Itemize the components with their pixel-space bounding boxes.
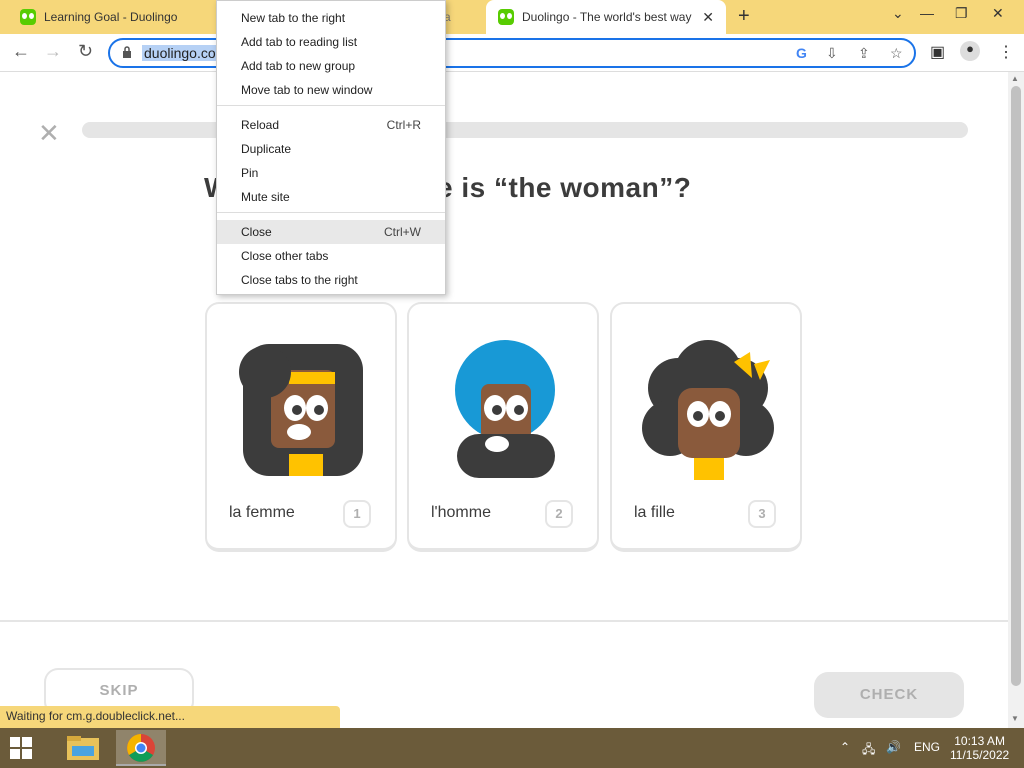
bookmark-star-icon[interactable]: ☆	[890, 45, 903, 62]
menu-item-add-new-group[interactable]: Add tab to new group	[217, 54, 445, 78]
minimize-button[interactable]: —	[920, 5, 934, 21]
windows-taskbar: ⌃ 🖧 🔊 ENG 10:13 AM 11/15/2022	[0, 728, 1024, 768]
scroll-down-icon[interactable]: ▼	[1011, 714, 1019, 723]
woman-illustration-icon	[239, 344, 363, 476]
volume-icon[interactable]: 🔊	[886, 740, 901, 754]
question-tail: se is “the woman”?	[420, 172, 692, 203]
restore-button[interactable]: ❐	[955, 5, 968, 22]
install-icon[interactable]: ⇩	[826, 45, 838, 62]
lock-icon	[123, 46, 131, 58]
file-explorer-icon[interactable]	[58, 730, 108, 766]
menu-item-add-reading-list[interactable]: Add tab to reading list	[217, 30, 445, 54]
duolingo-favicon-icon	[20, 9, 36, 25]
show-hidden-icons-icon[interactable]: ⌃	[840, 740, 850, 754]
choice-key-badge: 1	[343, 500, 371, 528]
system-clock[interactable]: 10:13 AM 11/15/2022	[950, 734, 1009, 762]
close-tab-icon[interactable]: ✕	[702, 9, 714, 26]
man-illustration-icon	[455, 340, 555, 478]
chrome-taskbar-icon[interactable]	[116, 730, 166, 766]
new-tab-button[interactable]: +	[738, 5, 750, 28]
menu-kebab-icon[interactable]: ⋮	[998, 42, 1014, 62]
network-icon[interactable]: 🖧	[862, 740, 875, 761]
choice-card-1[interactable]: la femme 1	[205, 302, 397, 552]
tab-strip: Learning Goal - Duolingo ra Duolingo - T…	[0, 0, 1024, 34]
menu-separator	[217, 105, 445, 106]
tab-title: Learning Goal - Duolingo	[44, 10, 178, 24]
back-icon[interactable]: ←	[12, 41, 30, 62]
share-icon[interactable]: ⇪	[858, 45, 870, 62]
menu-item-mute-site[interactable]: Mute site	[217, 185, 445, 209]
girl-illustration-icon	[642, 340, 774, 480]
choice-label: la femme	[229, 504, 295, 521]
menu-item-duplicate[interactable]: Duplicate	[217, 137, 445, 161]
reload-icon[interactable]: ↻	[78, 41, 93, 62]
menu-item-new-tab-right[interactable]: New tab to the right	[217, 6, 445, 30]
footer-divider	[0, 620, 1008, 622]
side-panel-icon[interactable]: ▣	[930, 42, 945, 62]
menu-item-close-other-tabs[interactable]: Close other tabs	[217, 244, 445, 268]
choice-card-2[interactable]: l'homme 2	[407, 302, 599, 552]
menu-item-move-new-window[interactable]: Move tab to new window	[217, 78, 445, 102]
choice-label: la fille	[634, 504, 675, 521]
page-scrollbar[interactable]: ▲ ▼	[1008, 72, 1024, 728]
menu-separator	[217, 212, 445, 213]
url-text[interactable]: duolingo.co	[142, 45, 218, 61]
tab-search-icon[interactable]: ⌄	[892, 5, 904, 22]
google-icon[interactable]: G	[796, 45, 807, 61]
browser-toolbar: ← → ↻ duolingo.co G ⇩ ⇪ ☆ ▣ ● ⋮	[0, 34, 1024, 72]
duolingo-favicon-icon	[498, 9, 514, 25]
tab-learning-goal[interactable]: Learning Goal - Duolingo	[8, 0, 218, 34]
forward-icon[interactable]: →	[44, 41, 62, 62]
close-window-button[interactable]: ✕	[992, 5, 1004, 22]
clock-date: 11/15/2022	[950, 748, 1010, 762]
menu-item-reload[interactable]: Reload Ctrl+R	[217, 113, 445, 137]
choice-key-badge: 2	[545, 500, 573, 528]
tab-context-menu: New tab to the right Add tab to reading …	[216, 0, 446, 295]
menu-item-pin[interactable]: Pin	[217, 161, 445, 185]
status-bubble: Waiting for cm.g.doubleclick.net...	[0, 706, 340, 728]
quit-lesson-icon[interactable]: ✕	[38, 118, 60, 149]
choice-key-badge: 3	[748, 500, 776, 528]
windows-start-icon[interactable]	[10, 737, 32, 759]
tab-duolingo-home[interactable]: Duolingo - The world's best way ✕	[486, 0, 726, 34]
tab-title: Duolingo - The world's best way	[522, 10, 692, 24]
choice-label: l'homme	[431, 504, 491, 521]
menu-item-close-tabs-right[interactable]: Close tabs to the right	[217, 268, 445, 292]
tab-partial[interactable]: ra	[440, 0, 486, 34]
choice-card-3[interactable]: la fille 3	[610, 302, 802, 552]
menu-item-close[interactable]: Close Ctrl+W	[217, 220, 445, 244]
scroll-up-icon[interactable]: ▲	[1011, 74, 1019, 83]
check-button[interactable]: CHECK	[814, 672, 964, 718]
clock-time: 10:13 AM	[954, 734, 1005, 748]
lesson-progress-bar	[82, 122, 968, 138]
profile-avatar-icon[interactable]: ●	[960, 41, 980, 61]
scroll-thumb[interactable]	[1011, 86, 1021, 686]
language-indicator[interactable]: ENG	[914, 740, 940, 754]
lesson-page: ✕ Wse is “the woman”? la femme 1 l'homme	[0, 72, 1008, 728]
